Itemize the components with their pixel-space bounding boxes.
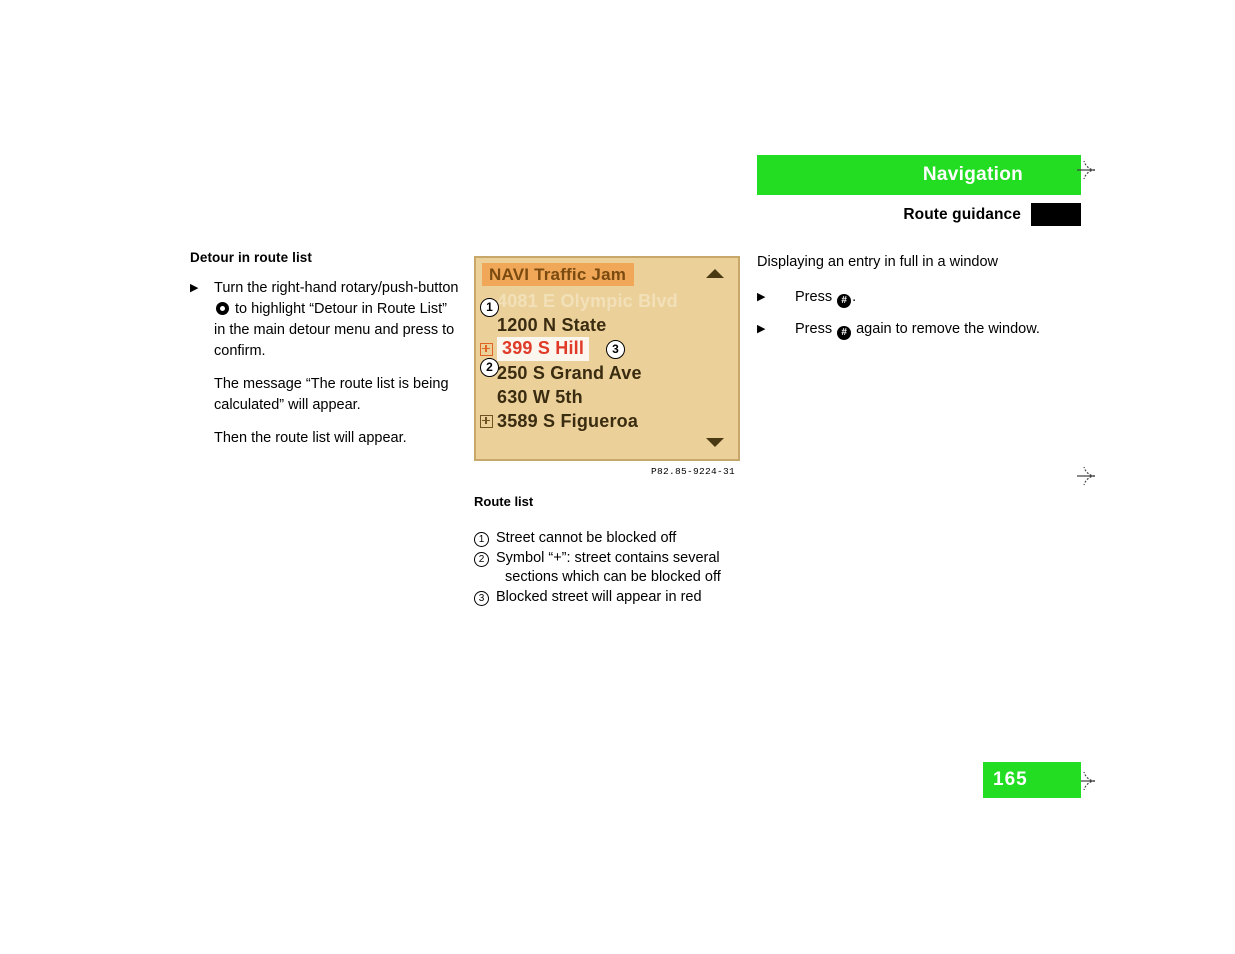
bullet-text-after: to highlight “Detour in Route List” in t… bbox=[214, 301, 455, 359]
legend-text-2-line1: Symbol “+”: street contains several bbox=[496, 550, 720, 566]
bullet-arrow-icon: ▶ bbox=[757, 291, 766, 303]
plus-box-icon[interactable] bbox=[480, 342, 493, 356]
press-label-after: . bbox=[852, 289, 857, 305]
legend-marker-3: 3 bbox=[474, 591, 489, 606]
left-section-heading: Detour in route list bbox=[190, 250, 313, 265]
route-list-row[interactable]: 250 S Grand Ave bbox=[480, 361, 700, 385]
press-label-before: Press bbox=[795, 289, 837, 305]
page-title: Navigation bbox=[922, 164, 1023, 185]
scissors-crop-mark-icon bbox=[1075, 157, 1101, 183]
bullet-arrow-icon: ▶ bbox=[757, 323, 766, 335]
route-list-row[interactable]: 1200 N State bbox=[480, 313, 700, 337]
page-header: Navigation Route guidance bbox=[757, 155, 1081, 226]
scroll-up-arrow-icon[interactable] bbox=[706, 269, 724, 278]
header-green-bar: Navigation bbox=[757, 155, 1081, 195]
press-label-before: Press bbox=[795, 321, 837, 337]
hash-key-icon[interactable]: # bbox=[837, 294, 852, 308]
legend-text-2: Symbol “+”: street contains several secti… bbox=[496, 549, 740, 587]
figure-column: NAVI Traffic Jam 4081 E Olympic Blvd 120… bbox=[474, 256, 740, 608]
legend-item: 3 Blocked street will appear in red bbox=[474, 588, 740, 607]
legend-text-2-line2: sections which can be blocked off bbox=[505, 569, 721, 585]
nav-screen-title: NAVI Traffic Jam bbox=[489, 264, 627, 284]
legend-text-3: Blocked street will appear in red bbox=[496, 589, 702, 605]
figure-reference-code: P82.85-9224-31 bbox=[650, 466, 735, 477]
route-list-row-label: 4081 E Olympic Blvd bbox=[497, 290, 678, 311]
figure-caption: Route list bbox=[474, 494, 534, 509]
scroll-down-arrow-icon[interactable] bbox=[706, 438, 724, 447]
figure-callout-1: 1 bbox=[480, 298, 499, 317]
route-list-row-label: 250 S Grand Ave bbox=[497, 362, 642, 383]
route-list-row[interactable]: 630 W 5th bbox=[480, 385, 700, 409]
header-subtitle-row: Route guidance bbox=[757, 203, 1081, 226]
route-list-row[interactable]: 3589 S Figueroa bbox=[480, 409, 700, 433]
navigation-screen-figure: NAVI Traffic Jam 4081 E Olympic Blvd 120… bbox=[474, 256, 740, 461]
bullet-arrow-icon: ▶ bbox=[190, 282, 199, 294]
route-list-row-blocked[interactable]: 399 S Hill bbox=[480, 337, 700, 361]
thumb-index-tab bbox=[1031, 203, 1081, 226]
legend-item: 2 Symbol “+”: street contains several sec… bbox=[474, 549, 740, 587]
figure-callout-3: 3 bbox=[606, 340, 625, 359]
legend-marker-2: 2 bbox=[474, 552, 489, 567]
figure-callout-2: 2 bbox=[480, 358, 499, 377]
right-text-column: Displaying an entry in full in a window … bbox=[757, 252, 1057, 351]
instruction-bullet: ▶ Turn the right-hand rotary/push-button… bbox=[190, 278, 460, 362]
scissors-crop-mark-icon bbox=[1075, 463, 1101, 489]
page-number: 165 bbox=[993, 769, 1028, 790]
press-hash-again-bullet-text: Press # again to remove the window. bbox=[795, 319, 1057, 340]
nav-screen-title-bar: NAVI Traffic Jam bbox=[482, 263, 635, 286]
page-number-badge: 165 bbox=[983, 762, 1081, 798]
press-hash-again-bullet: ▶ Press # again to remove the window. bbox=[757, 319, 1057, 340]
legend-marker-1: 1 bbox=[474, 532, 489, 547]
figure-legend: 1 Street cannot be blocked off 2 Symbol … bbox=[474, 529, 740, 607]
legend-text-1: Street cannot be blocked off bbox=[496, 530, 677, 546]
route-list-row-label: 3589 S Figueroa bbox=[497, 410, 639, 431]
route-list-row-label: 1200 N State bbox=[497, 314, 607, 335]
instruction-bullet-text: Turn the right-hand rotary/push-button t… bbox=[214, 278, 460, 362]
plus-box-icon bbox=[480, 391, 493, 404]
section-subtitle: Route guidance bbox=[903, 205, 1021, 223]
legend-item: 1 Street cannot be blocked off bbox=[474, 529, 740, 548]
hash-key-icon[interactable]: # bbox=[837, 326, 852, 340]
route-list-row-label: 630 W 5th bbox=[497, 386, 583, 407]
rotary-push-button-icon bbox=[216, 302, 229, 315]
right-intro-text: Displaying an entry in full in a window bbox=[757, 254, 998, 270]
message-paragraph: The message “The route list is being cal… bbox=[214, 376, 449, 413]
plus-box-icon bbox=[480, 319, 493, 332]
plus-box-icon[interactable] bbox=[480, 414, 493, 428]
result-paragraph: Then the route list will appear. bbox=[214, 430, 407, 446]
left-text-column: Detour in route list ▶ Turn the right-ha… bbox=[190, 250, 460, 461]
route-list-row-label: 399 S Hill bbox=[497, 337, 590, 361]
press-label-after: again to remove the window. bbox=[852, 321, 1040, 337]
bullet-text-before: Turn the right-hand rotary/push-button bbox=[214, 280, 459, 296]
route-list: 4081 E Olympic Blvd 1200 N State 399 S H… bbox=[480, 289, 700, 433]
press-hash-bullet-text: Press #. bbox=[795, 287, 1057, 308]
route-list-row[interactable]: 4081 E Olympic Blvd bbox=[480, 289, 700, 313]
press-hash-bullet: ▶ Press #. bbox=[757, 287, 1057, 308]
